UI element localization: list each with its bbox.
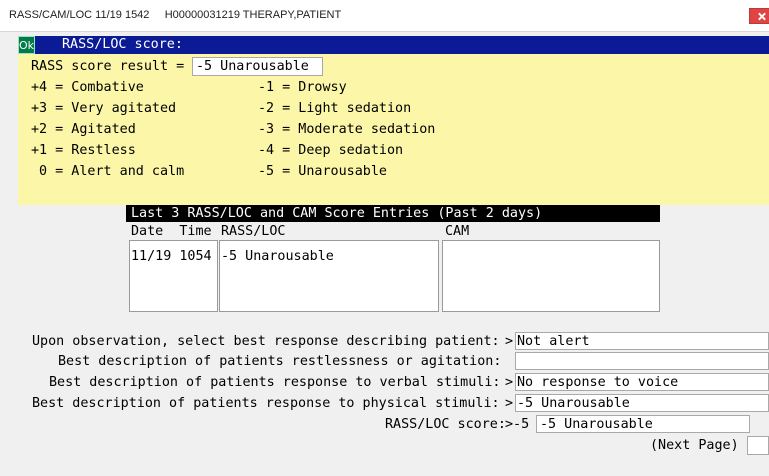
- history-row-datetime: 11/19 1054: [131, 249, 212, 264]
- scale-item-minus2: -2 = Light sedation: [258, 101, 412, 116]
- close-icon[interactable]: [749, 8, 769, 24]
- history-cam-column[interactable]: [442, 240, 660, 312]
- scale-item-minus1: -1 = Drowsy: [258, 80, 347, 95]
- history-header-datetime: Date Time: [131, 224, 212, 239]
- question-observation-prefix: >: [505, 334, 514, 349]
- history-header-rass: RASS/LOC: [221, 224, 286, 239]
- question-verbal-prefix: >: [505, 375, 514, 390]
- verbal-response-value: No response to voice: [517, 375, 679, 390]
- rass-result-value: -5 Unarousable: [196, 59, 309, 74]
- scale-item-minus3: -3 = Moderate sedation: [258, 122, 436, 137]
- history-header-cam: CAM: [445, 224, 470, 239]
- rass-score-prefix: >-5: [505, 417, 530, 432]
- observation-value: Not alert: [517, 334, 590, 349]
- restlessness-field[interactable]: [515, 352, 769, 370]
- rass-result-label: RASS score result =: [31, 59, 185, 74]
- next-page-label: (Next Page): [650, 438, 739, 453]
- question-verbal-label: Best description of patients response to…: [49, 375, 501, 390]
- history-row-rass: -5 Unarousable: [221, 249, 334, 264]
- scale-item-plus4: +4 = Combative: [31, 80, 144, 95]
- ok-button[interactable]: Ok: [18, 36, 35, 54]
- next-page-field[interactable]: [747, 436, 769, 455]
- rass-score-value: -5 Unarousable: [540, 417, 653, 432]
- question-restlessness-label: Best description of patients restlessnes…: [58, 354, 502, 369]
- physical-response-value: -5 Unarousable: [517, 396, 630, 411]
- window-title-bar: RASS/CAM/LOC 11/19 1542 H00000031219 THE…: [0, 0, 769, 32]
- scale-item-zero: 0 = Alert and calm: [31, 164, 185, 179]
- history-title-bar: Last 3 RASS/LOC and CAM Score Entries (P…: [126, 205, 660, 222]
- question-physical-prefix: >: [505, 396, 514, 411]
- question-physical-label: Best description of patients response to…: [32, 396, 500, 411]
- scale-item-plus3: +3 = Very agitated: [31, 101, 177, 116]
- history-title: Last 3 RASS/LOC and CAM Score Entries (P…: [131, 206, 543, 221]
- rass-score-label: RASS/LOC score:: [385, 417, 506, 432]
- scale-item-plus2: +2 = Agitated: [31, 122, 136, 137]
- scale-item-minus4: -4 = Deep sedation: [258, 143, 404, 158]
- window-title: RASS/CAM/LOC 11/19 1542 H00000031219 THE…: [9, 9, 342, 21]
- question-observation-label: Upon observation, select best response d…: [32, 334, 500, 349]
- scale-item-minus5: -5 = Unarousable: [258, 164, 387, 179]
- scale-item-plus1: +1 = Restless: [31, 143, 136, 158]
- form-title: RASS/LOC score:: [62, 37, 183, 52]
